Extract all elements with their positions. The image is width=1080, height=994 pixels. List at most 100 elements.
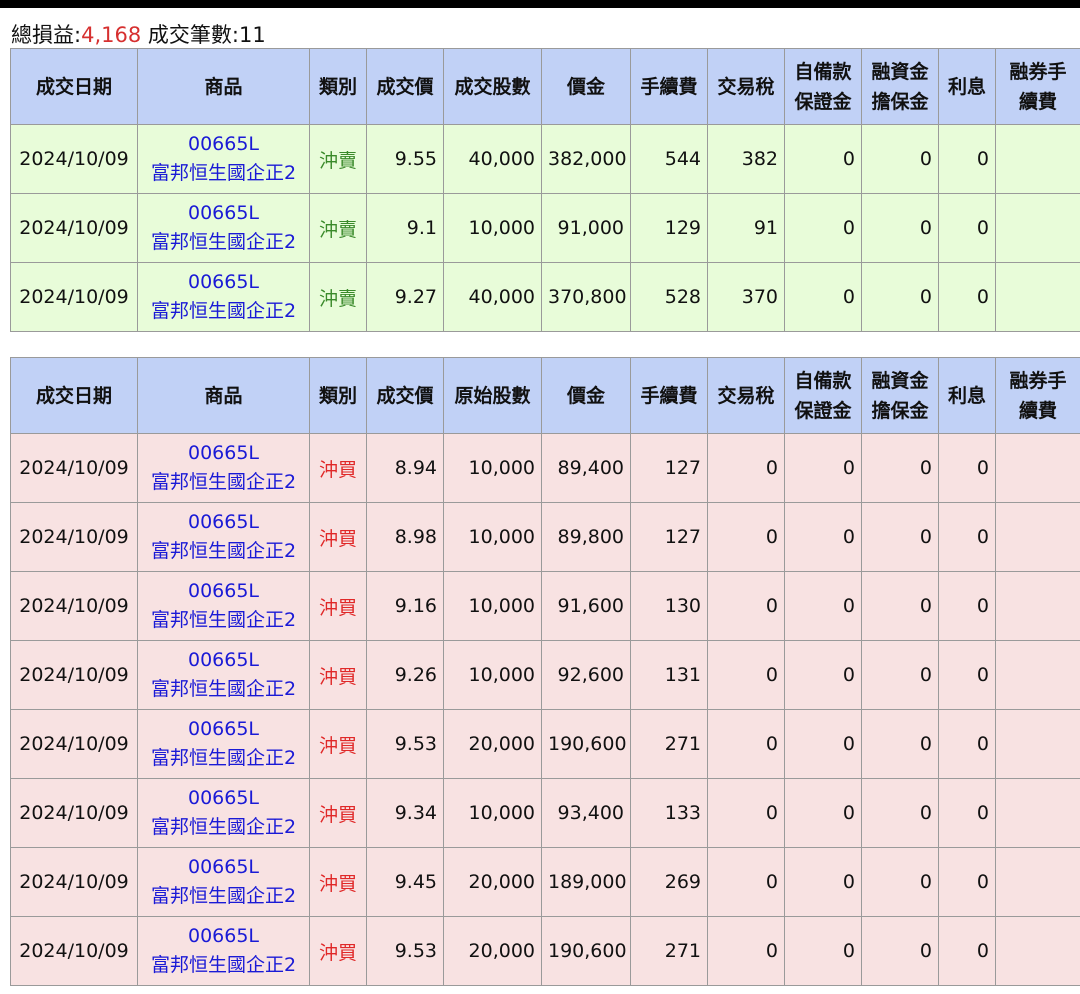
column-header-amount: 價金 <box>541 357 631 434</box>
cell-fee: 271 <box>630 709 708 779</box>
table-row: 2024/10/09 00665L 富邦恒生國企正2 沖買 8.98 10,000 89,8… <box>10 502 1080 572</box>
product-link[interactable]: 00665L 富邦恒生國企正2 <box>137 571 310 641</box>
cell-fee: 131 <box>630 640 708 710</box>
cell-interest: 0 <box>938 778 996 848</box>
product-code[interactable]: 00665L <box>144 130 303 159</box>
cell-shares: 10,000 <box>443 571 542 641</box>
cell-amount: 89,400 <box>541 433 631 503</box>
product-name[interactable]: 富邦恒生國企正2 <box>144 606 303 635</box>
product-name[interactable]: 富邦恒生國企正2 <box>144 675 303 704</box>
cell-margin: 0 <box>861 193 939 263</box>
cell-margin: 0 <box>861 778 939 848</box>
cell-date: 2024/10/09 <box>10 847 138 917</box>
cell-price: 8.94 <box>366 433 444 503</box>
cell-fee: 271 <box>630 916 708 986</box>
cell-date: 2024/10/09 <box>10 709 138 779</box>
product-link[interactable]: 00665L 富邦恒生國企正2 <box>137 916 310 986</box>
cell-kind: 沖買 <box>309 640 367 710</box>
cell-margin: 0 <box>861 502 939 572</box>
header-row: 成交日期 商品 類別 成交價 成交股數 價金 手續費 交易稅 自備款 保證金 融資金 擔保金 利息 融券手… <box>10 48 1080 125</box>
cell-price: 9.1 <box>366 193 444 263</box>
product-code[interactable]: 00665L <box>144 268 303 297</box>
cell-shares: 20,000 <box>443 916 542 986</box>
product-link[interactable]: 00665L 富邦恒生國企正2 <box>137 502 310 572</box>
cell-margin: 0 <box>861 433 939 503</box>
column-header-fee: 手續費 <box>630 48 708 125</box>
cell-amount: 91,000 <box>541 193 631 263</box>
product-link[interactable]: 00665L 富邦恒生國企正2 <box>137 640 310 710</box>
product-name[interactable]: 富邦恒生國企正2 <box>144 951 303 980</box>
cell-price: 9.55 <box>366 124 444 194</box>
product-name[interactable]: 富邦恒生國企正2 <box>144 537 303 566</box>
cell-shares: 10,000 <box>443 640 542 710</box>
product-link[interactable]: 00665L 富邦恒生國企正2 <box>137 262 310 332</box>
table-row: 2024/10/09 00665L 富邦恒生國企正2 沖賣 9.27 40,000 370,… <box>10 262 1080 332</box>
cell-short_fee <box>995 916 1080 986</box>
product-code[interactable]: 00665L <box>144 715 303 744</box>
product-code[interactable]: 00665L <box>144 439 303 468</box>
product-name[interactable]: 富邦恒生國企正2 <box>144 468 303 497</box>
column-header-deposit: 自備款 保證金 <box>784 357 862 434</box>
table-row: 2024/10/09 00665L 富邦恒生國企正2 沖賣 9.55 40,000 382,… <box>10 124 1080 194</box>
product-code[interactable]: 00665L <box>144 199 303 228</box>
cell-shares: 40,000 <box>443 262 542 332</box>
cell-short_fee <box>995 433 1080 503</box>
table-row: 2024/10/09 00665L 富邦恒生國企正2 沖買 9.16 10,000 91,6… <box>10 571 1080 641</box>
cell-price: 9.53 <box>366 709 444 779</box>
cell-amount: 92,600 <box>541 640 631 710</box>
cell-margin: 0 <box>861 916 939 986</box>
product-code[interactable]: 00665L <box>144 577 303 606</box>
product-code[interactable]: 00665L <box>144 784 303 813</box>
cell-kind: 沖買 <box>309 847 367 917</box>
cell-short_fee <box>995 193 1080 263</box>
product-name[interactable]: 富邦恒生國企正2 <box>144 228 303 257</box>
cell-date: 2024/10/09 <box>10 124 138 194</box>
cell-interest: 0 <box>938 124 996 194</box>
cell-short_fee <box>995 640 1080 710</box>
product-name[interactable]: 富邦恒生國企正2 <box>144 744 303 773</box>
product-link[interactable]: 00665L 富邦恒生國企正2 <box>137 433 310 503</box>
cell-date: 2024/10/09 <box>10 778 138 848</box>
product-name[interactable]: 富邦恒生國企正2 <box>144 159 303 188</box>
cell-deposit: 0 <box>784 124 862 194</box>
column-header-margin: 融資金 擔保金 <box>861 48 939 125</box>
cell-price: 9.16 <box>366 571 444 641</box>
cell-interest: 0 <box>938 502 996 572</box>
cell-amount: 189,000 <box>541 847 631 917</box>
table-row: 2024/10/09 00665L 富邦恒生國企正2 沖買 9.53 20,000 190,… <box>10 916 1080 986</box>
trade-count-label: 成交筆數: <box>147 23 239 47</box>
product-link[interactable]: 00665L 富邦恒生國企正2 <box>137 709 310 779</box>
cell-kind: 沖買 <box>309 778 367 848</box>
column-header-short_fee: 融券手續費 <box>995 48 1080 125</box>
product-link[interactable]: 00665L 富邦恒生國企正2 <box>137 778 310 848</box>
cell-tax: 0 <box>707 847 785 917</box>
cell-kind: 沖賣 <box>309 193 367 263</box>
product-name[interactable]: 富邦恒生國企正2 <box>144 813 303 842</box>
column-header-short_fee: 融券手續費 <box>995 357 1080 434</box>
cell-tax: 0 <box>707 433 785 503</box>
product-link[interactable]: 00665L 富邦恒生國企正2 <box>137 847 310 917</box>
cell-kind: 沖賣 <box>309 262 367 332</box>
product-name[interactable]: 富邦恒生國企正2 <box>144 882 303 911</box>
cell-fee: 133 <box>630 778 708 848</box>
cell-interest: 0 <box>938 262 996 332</box>
column-header-price: 成交價 <box>366 357 444 434</box>
cell-tax: 0 <box>707 916 785 986</box>
product-link[interactable]: 00665L 富邦恒生國企正2 <box>137 124 310 194</box>
product-link[interactable]: 00665L 富邦恒生國企正2 <box>137 193 310 263</box>
cell-short_fee <box>995 571 1080 641</box>
cell-interest: 0 <box>938 916 996 986</box>
cell-date: 2024/10/09 <box>10 502 138 572</box>
product-code[interactable]: 00665L <box>144 646 303 675</box>
product-code[interactable]: 00665L <box>144 922 303 951</box>
table-row: 2024/10/09 00665L 富邦恒生國企正2 沖買 9.45 20,000 189,… <box>10 847 1080 917</box>
product-code[interactable]: 00665L <box>144 508 303 537</box>
cell-fee: 127 <box>630 502 708 572</box>
cell-fee: 129 <box>630 193 708 263</box>
column-header-price: 成交價 <box>366 48 444 125</box>
product-code[interactable]: 00665L <box>144 853 303 882</box>
column-header-margin: 融資金 擔保金 <box>861 357 939 434</box>
cell-price: 9.53 <box>366 916 444 986</box>
cell-shares: 10,000 <box>443 193 542 263</box>
product-name[interactable]: 富邦恒生國企正2 <box>144 297 303 326</box>
